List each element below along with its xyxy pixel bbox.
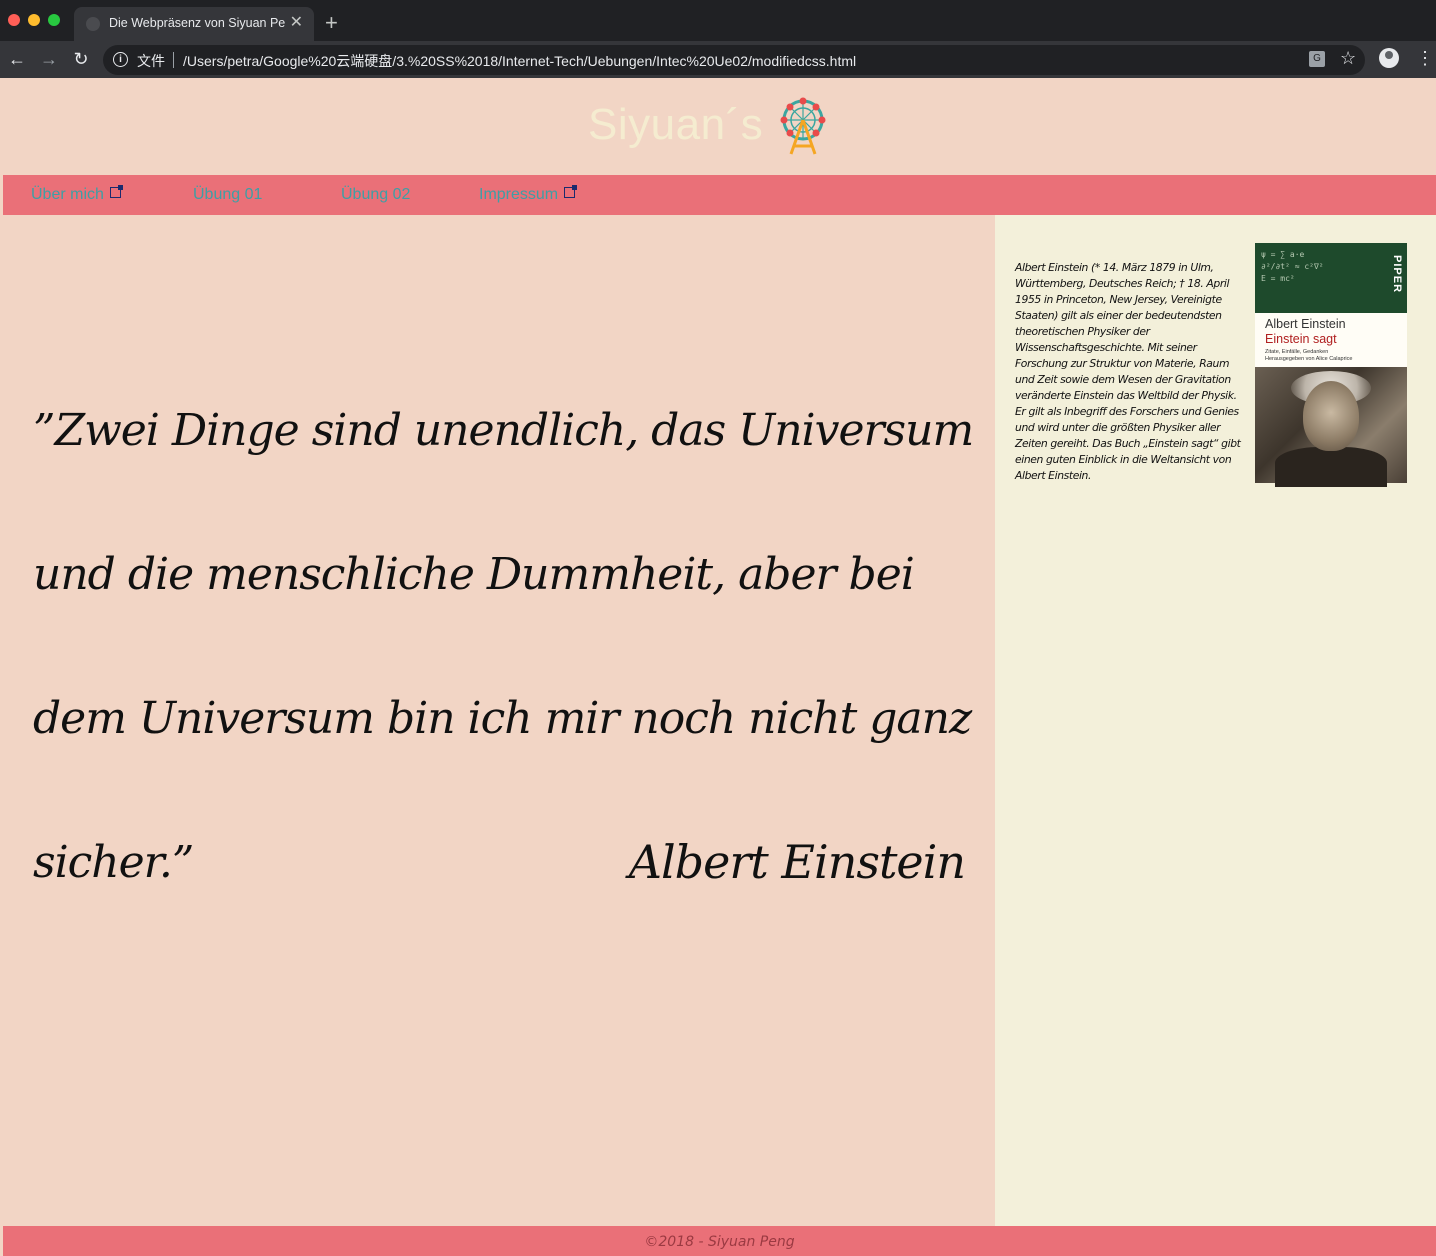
external-link-icon bbox=[109, 185, 123, 198]
nav-item-label: Impressum bbox=[479, 186, 559, 203]
translate-icon[interactable]: G bbox=[1309, 51, 1325, 67]
external-link-icon bbox=[564, 185, 578, 198]
profile-avatar-icon[interactable] bbox=[1379, 48, 1399, 68]
site-footer: ©2018 - Siyuan Peng bbox=[3, 1226, 1436, 1256]
close-window-button[interactable] bbox=[8, 14, 20, 26]
main-navigation: Über mich Übung 01 Übung 02 Impressum bbox=[3, 175, 1436, 215]
photo-body bbox=[1275, 447, 1387, 487]
back-arrow-icon[interactable]: ← bbox=[6, 48, 28, 70]
book-publisher: PIPER bbox=[1391, 255, 1403, 294]
new-tab-button[interactable]: + bbox=[325, 10, 338, 36]
address-bar[interactable]: i 文件 /Users/petra/Google%20云端硬盘/3.%20SS%… bbox=[103, 45, 1365, 75]
einstein-bio: Albert Einstein (* 14. März 1879 in Ulm,… bbox=[1015, 260, 1241, 482]
book-subtitle-block: Zitate, Einfälle, Gedanken Herausgegeben… bbox=[1265, 349, 1352, 363]
file-scheme-label: 文件 bbox=[137, 53, 165, 69]
book-title: Einstein sagt bbox=[1265, 332, 1337, 346]
book-cover-image: ψ = ∑ a·e ∂²/∂t² ≈ c²∇² E = mc² PIPER Albe… bbox=[1255, 243, 1407, 487]
main-content: ”Zwei Dinge sind unendlich, das Universu… bbox=[3, 215, 995, 1226]
bookmark-star-icon[interactable]: ☆ bbox=[1340, 48, 1356, 69]
tab-bar: Die Webpräsenz von Siyuan Pe ✕ + bbox=[0, 0, 1436, 41]
nav-item-label: Übung 02 bbox=[341, 186, 411, 203]
book-subtitle: Zitate, Einfälle, Gedanken bbox=[1265, 349, 1329, 355]
browser-tab[interactable]: Die Webpräsenz von Siyuan Pe ✕ bbox=[74, 7, 314, 41]
site-title: Siyuan´s bbox=[588, 100, 764, 149]
minimize-window-button[interactable] bbox=[28, 14, 40, 26]
reload-icon[interactable]: ↻ bbox=[70, 48, 92, 70]
browser-toolbar: ← → ↻ i 文件 /Users/petra/Google%20云端硬盘/3.… bbox=[0, 41, 1436, 78]
forward-arrow-icon[interactable]: → bbox=[38, 48, 60, 70]
browser-chrome: Die Webpräsenz von Siyuan Pe ✕ + ← → ↻ i… bbox=[0, 0, 1436, 78]
einstein-photo bbox=[1255, 367, 1407, 487]
book-editor: Herausgegeben von Alice Calaprice bbox=[1265, 356, 1353, 362]
nav-item-ueber-mich[interactable]: Über mich bbox=[31, 185, 123, 204]
close-icon[interactable]: ✕ bbox=[290, 13, 303, 33]
nav-item-impressum[interactable]: Impressum bbox=[479, 185, 578, 204]
nav-item-label: Übung 01 bbox=[193, 186, 263, 203]
zoom-window-button[interactable] bbox=[48, 14, 60, 26]
web-page: Siyuan´s Über mich Übung 01 Übung 02 Imp… bbox=[3, 78, 1436, 1256]
quote-author: Albert Einstein bbox=[628, 835, 966, 889]
chalkboard-formulas: ψ = ∑ a·e ∂²/∂t² ≈ c²∇² E = mc² bbox=[1261, 250, 1324, 283]
globe-icon bbox=[86, 17, 100, 31]
copyright-text: ©2018 - Siyuan Peng bbox=[644, 1234, 795, 1250]
ferris-wheel-icon bbox=[780, 97, 826, 155]
browser-menu-icon[interactable]: ⋮ bbox=[1416, 48, 1434, 68]
tab-title: Die Webpräsenz von Siyuan Pe bbox=[109, 16, 285, 30]
info-icon[interactable]: i bbox=[113, 52, 128, 67]
book-author: Albert Einstein bbox=[1265, 317, 1346, 331]
nav-item-uebung-02[interactable]: Übung 02 bbox=[341, 186, 410, 204]
sidebar: Albert Einstein (* 14. März 1879 in Ulm,… bbox=[995, 215, 1436, 1226]
nav-item-label: Über mich bbox=[31, 186, 104, 203]
chalkboard-graphic: ψ = ∑ a·e ∂²/∂t² ≈ c²∇² E = mc² PIPER bbox=[1255, 243, 1407, 313]
nav-item-uebung-01[interactable]: Übung 01 bbox=[193, 186, 262, 204]
url-text[interactable]: /Users/petra/Google%20云端硬盘/3.%20SS%2018/… bbox=[183, 51, 856, 71]
photo-head bbox=[1303, 381, 1359, 451]
divider bbox=[173, 52, 174, 68]
site-header: Siyuan´s bbox=[3, 78, 1436, 175]
